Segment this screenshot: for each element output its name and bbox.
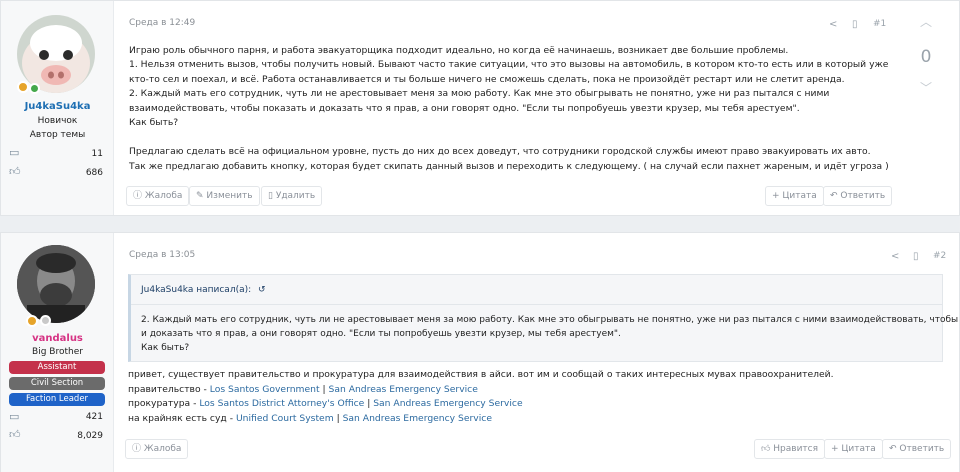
- downvote-icon[interactable]: ﹀: [915, 79, 937, 96]
- quote-line: 2. Каждый мать его сотрудник, чуть ли не…: [141, 315, 960, 325]
- bookmark-icon[interactable]: ▯: [913, 251, 919, 262]
- report-icon: ⓘ: [132, 444, 142, 454]
- reply-button[interactable]: ↶ Ответить: [823, 186, 893, 206]
- role-badge-assistant: Assistant: [9, 361, 105, 374]
- pencil-icon: ✎: [196, 191, 204, 201]
- role-badge-civil-section: Civil Section: [9, 377, 105, 390]
- post-line: кто-то сел и поехал, и всё. Работа остан…: [129, 74, 845, 85]
- reply-icon: ↶: [830, 191, 838, 201]
- user-title: Новичок: [37, 116, 78, 126]
- vote-score: 0: [920, 47, 932, 67]
- role-badge-faction-leader: Faction Leader: [9, 393, 105, 406]
- post-number[interactable]: #2: [933, 251, 946, 261]
- thumbs-up-icon: 👍︎: [9, 165, 21, 178]
- user-title: Big Brother: [32, 347, 83, 357]
- report-button[interactable]: ⓘ Жалоба: [125, 439, 189, 459]
- username[interactable]: Ju4kaSu4ka: [1, 101, 114, 112]
- post-timestamp[interactable]: Среда в 12:49: [129, 18, 195, 28]
- post-line: 1. Нельзя отменить вызов, чтобы получить…: [129, 59, 889, 70]
- government-line: правительство - Los Santos Government | …: [128, 384, 478, 395]
- jump-to-quote-icon[interactable]: ↺: [258, 285, 266, 295]
- reply-icon: ↶: [889, 444, 897, 454]
- reply-intro-line: привет, существует правительство и проку…: [128, 369, 834, 380]
- username[interactable]: vandalus: [1, 333, 114, 344]
- reply-button[interactable]: ↶ Ответить: [882, 439, 952, 459]
- prosecutor-line: прокуратура - Los Santos District Attorn…: [128, 398, 523, 409]
- status-badge-icon: [29, 83, 40, 94]
- link-district-attorney[interactable]: Los Santos District Attorney's Office: [199, 398, 364, 409]
- link-unified-court-system[interactable]: Unified Court System: [236, 413, 334, 424]
- report-button[interactable]: ⓘ Жалоба: [126, 186, 190, 206]
- online-badge-icon: [26, 315, 38, 327]
- post-line: Предлагаю сделать всё на официальном уро…: [129, 146, 871, 157]
- reactions-count: 686: [85, 168, 103, 178]
- post-timestamp[interactable]: Среда в 13:05: [129, 250, 195, 260]
- court-line: на крайняк есть суд - Unified Court Syst…: [128, 413, 492, 424]
- messages-icon: ▭: [9, 410, 20, 423]
- rank-badge-icon: [40, 315, 51, 326]
- user-column: vandalus Big Brother Assistant Civil Sec…: [1, 233, 114, 472]
- user-column: Ju4kaSu4ka Новичок Автор темы ▭ 11 👍︎ 68…: [1, 1, 114, 215]
- quote-button[interactable]: + Цитата: [824, 439, 883, 459]
- report-icon: ⓘ: [133, 191, 143, 201]
- share-icon[interactable]: <: [829, 19, 837, 30]
- thumbs-up-icon: 👍︎: [9, 428, 21, 441]
- post-line: взаимодействовать, чтобы показать и дока…: [129, 103, 800, 114]
- like-button[interactable]: 👍︎ Нравится: [754, 439, 826, 459]
- quote-block: Ju4kaSu4ka написал(а): ↺ 2. Каждый мать …: [128, 274, 960, 362]
- reactions-count: 8,029: [77, 431, 103, 441]
- delete-button[interactable]: ▯ Удалить: [261, 186, 323, 206]
- trash-icon: ▯: [268, 191, 273, 201]
- post-number[interactable]: #1: [873, 19, 886, 29]
- share-icon[interactable]: <: [891, 251, 899, 262]
- quote-line: и доказать что я прав, а они говорят одн…: [141, 329, 621, 339]
- post-line: Играю роль обычного парня, и работа эвак…: [129, 45, 789, 56]
- link-sa-emergency-service[interactable]: San Andreas Emergency Service: [373, 398, 522, 409]
- edit-button[interactable]: ✎ Изменить: [189, 186, 260, 206]
- post-line: Как быть?: [129, 117, 179, 128]
- post-line: 2. Каждый мать его сотрудник, чуть ли не…: [129, 88, 830, 99]
- thumbs-up-icon: 👍︎: [761, 444, 771, 454]
- avatar[interactable]: [17, 245, 95, 323]
- link-los-santos-government[interactable]: Los Santos Government: [210, 384, 320, 395]
- link-sa-emergency-service[interactable]: San Andreas Emergency Service: [343, 413, 492, 424]
- quote-header[interactable]: Ju4kaSu4ka написал(а): ↺: [131, 275, 942, 305]
- post-1: Ju4kaSu4ka Новичок Автор темы ▭ 11 👍︎ 68…: [0, 0, 960, 216]
- avatar[interactable]: [17, 15, 95, 93]
- messages-icon: ▭: [9, 146, 20, 159]
- quote-button[interactable]: + Цитата: [765, 186, 824, 206]
- online-badge-icon: [17, 81, 29, 93]
- messages-count: 11: [91, 149, 103, 159]
- author-label: Автор темы: [29, 130, 86, 140]
- bookmark-icon[interactable]: ▯: [852, 19, 858, 30]
- post-line: Так же предлагаю добавить кнопку, котора…: [129, 161, 889, 172]
- upvote-icon[interactable]: ︿: [915, 13, 937, 30]
- link-sa-emergency-service[interactable]: San Andreas Emergency Service: [328, 384, 477, 395]
- quote-line: Как быть?: [141, 343, 190, 353]
- messages-count: 421: [85, 412, 103, 422]
